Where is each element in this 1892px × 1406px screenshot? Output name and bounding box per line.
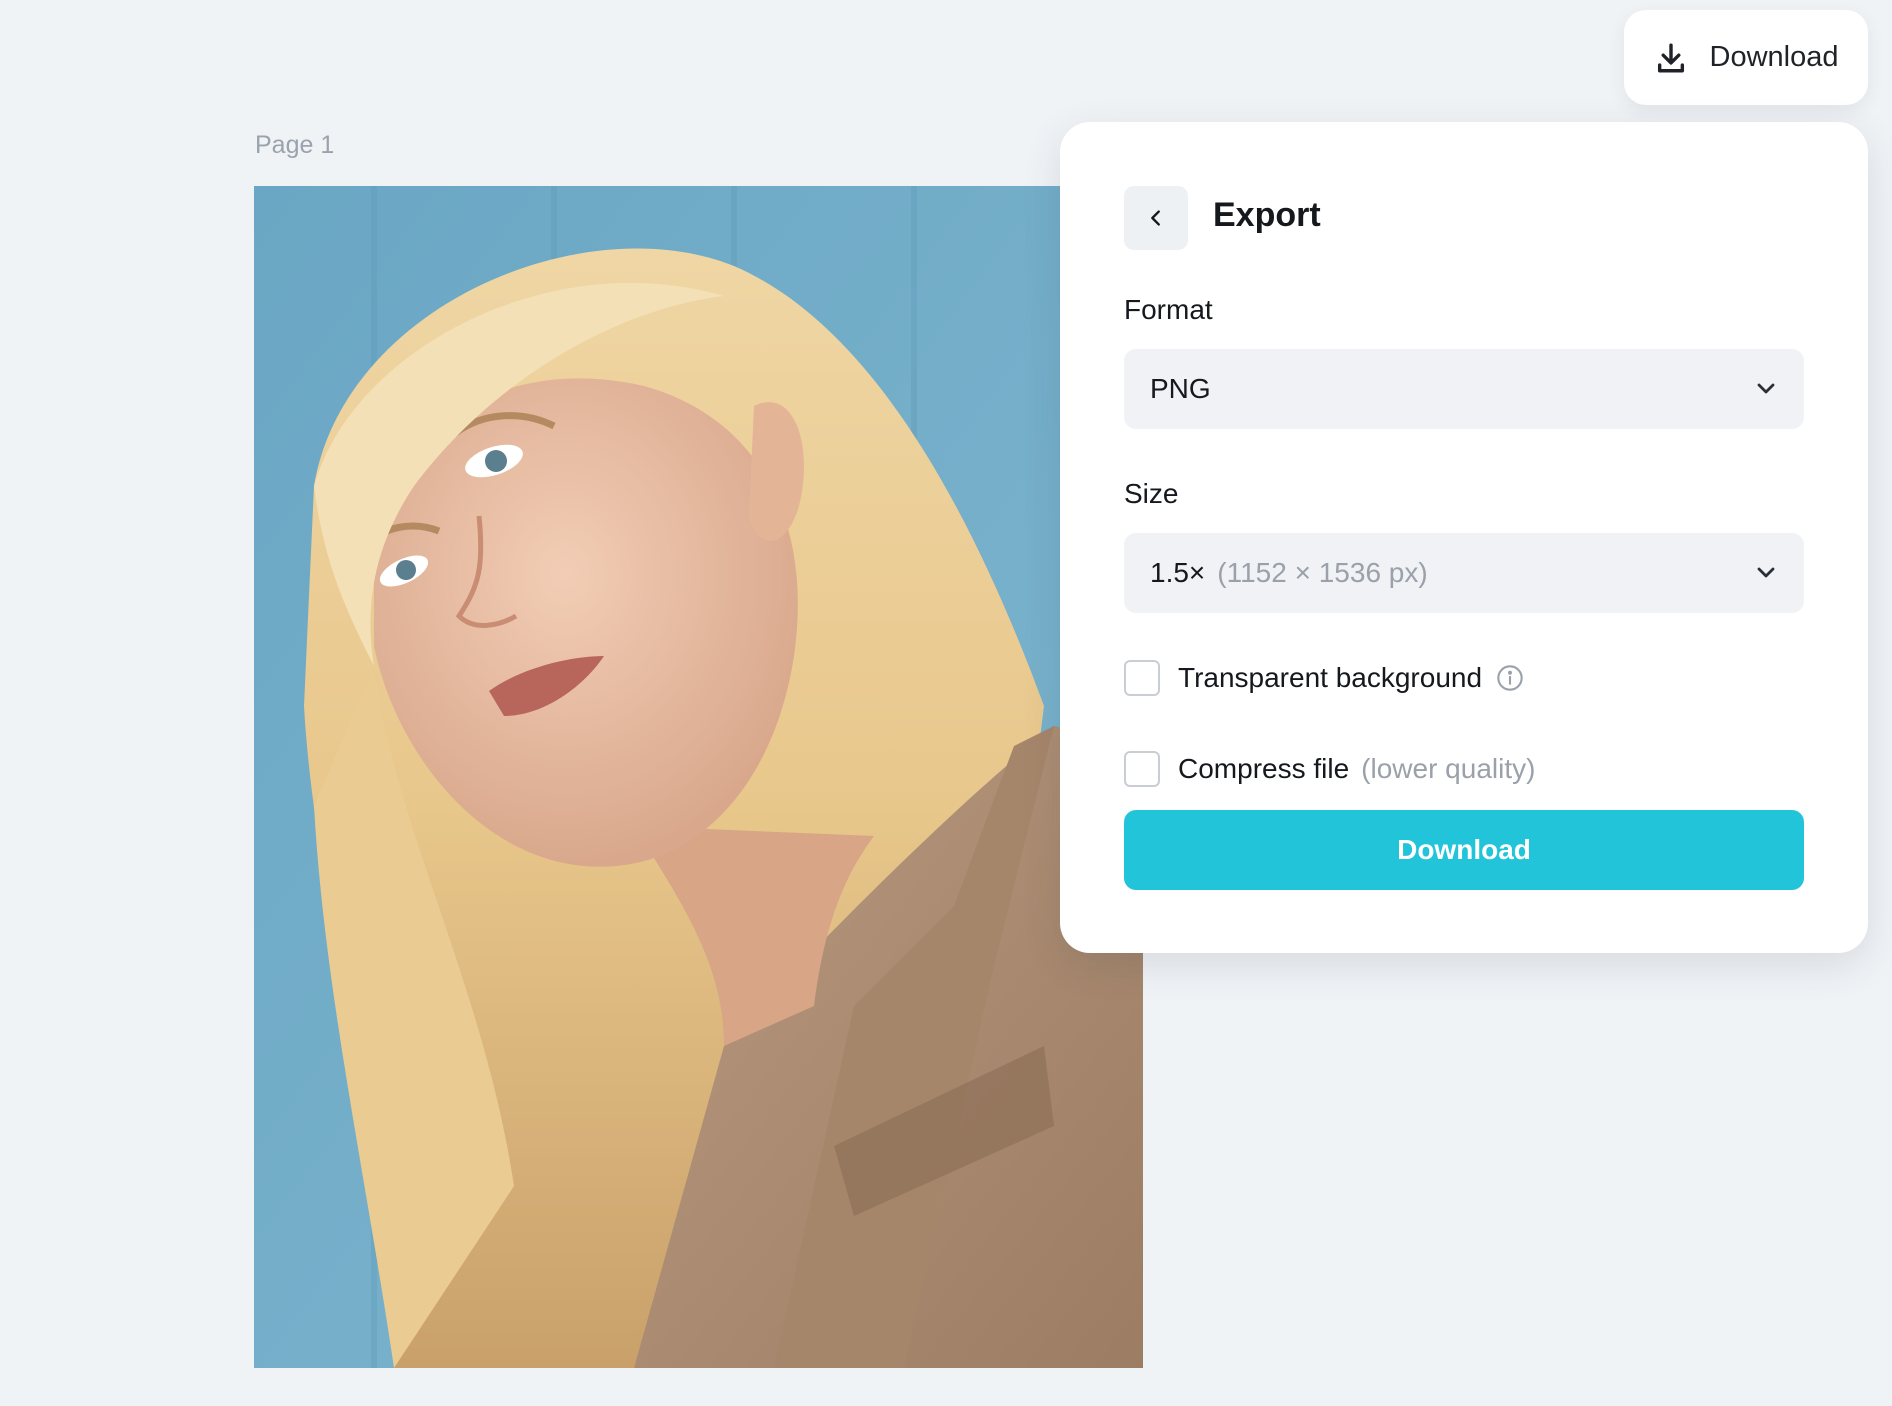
export-panel: Export Format PNG Size 1.5× (1152 × 1536…	[1060, 122, 1868, 953]
compress-file-row: Compress file (lower quality)	[1124, 751, 1535, 787]
download-button-label: Download	[1397, 834, 1531, 865]
transparent-background-label[interactable]: Transparent background	[1178, 662, 1482, 694]
chevron-down-icon	[1757, 383, 1775, 394]
chevron-down-icon	[1757, 567, 1775, 578]
download-button[interactable]: Download	[1124, 810, 1804, 890]
page-label: Page 1	[255, 131, 335, 159]
top-download-button[interactable]: Download	[1624, 10, 1868, 105]
portrait-photo	[254, 186, 1143, 1368]
compress-file-hint: (lower quality)	[1361, 753, 1536, 784]
top-download-label: Download	[1709, 41, 1839, 73]
format-value: PNG	[1150, 373, 1211, 404]
back-button[interactable]	[1124, 186, 1188, 250]
transparent-background-row: Transparent background	[1124, 660, 1524, 696]
size-value: 1.5×	[1150, 557, 1206, 588]
chevron-left-icon	[1151, 210, 1160, 226]
format-label: Format	[1124, 294, 1213, 325]
canvas-photo[interactable]	[254, 186, 1143, 1368]
size-label: Size	[1124, 478, 1179, 509]
compress-file-checkbox[interactable]	[1124, 751, 1160, 787]
size-select[interactable]: 1.5× (1152 × 1536 px)	[1124, 533, 1804, 613]
info-icon[interactable]	[1496, 664, 1524, 692]
panel-title: Export	[1213, 196, 1321, 234]
format-select[interactable]: PNG	[1124, 349, 1804, 429]
size-dimensions: (1152 × 1536 px)	[1217, 557, 1428, 588]
transparent-background-checkbox[interactable]	[1124, 660, 1160, 696]
download-icon	[1657, 43, 1684, 72]
compress-file-label[interactable]: Compress file	[1178, 753, 1349, 785]
